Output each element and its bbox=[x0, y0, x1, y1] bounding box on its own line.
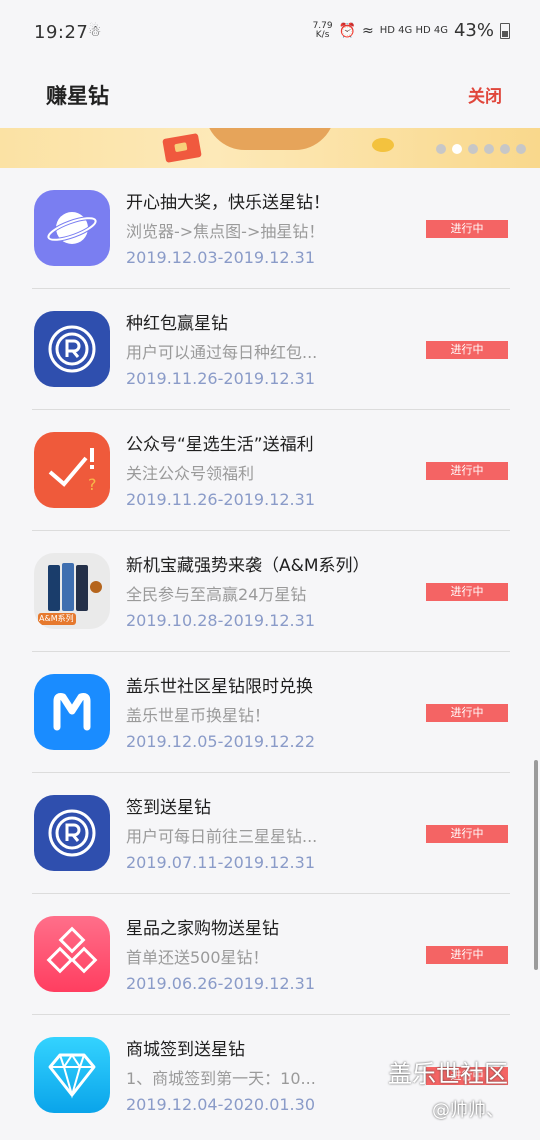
item-date: 2019.06.26-2019.12.31 bbox=[126, 974, 315, 993]
carousel-dot[interactable] bbox=[516, 144, 526, 154]
banner-plate-graphic bbox=[205, 128, 335, 150]
carousel-dot[interactable] bbox=[500, 144, 510, 154]
item-title: 新机宝藏强势来袭（A&M系列） bbox=[126, 556, 370, 576]
internet-planet-icon bbox=[34, 190, 110, 266]
watermark-author: @帅帅、 bbox=[432, 1100, 504, 1121]
item-desc: 用户可每日前往三星星钻... bbox=[126, 827, 318, 846]
activity-list: 开心抽大奖，快乐送星钻！ 浏览器->焦点图->抽星钻！ 2019.12.03-2… bbox=[0, 168, 540, 1136]
item-title: 盖乐世社区星钻限时兑换 bbox=[126, 677, 313, 697]
item-desc: 关注公众号领福利 bbox=[126, 464, 255, 483]
item-desc: 盖乐世星币换星钻！ bbox=[126, 706, 271, 725]
battery-icon bbox=[500, 22, 510, 39]
page-title: 赚星钻 bbox=[46, 84, 109, 108]
list-item[interactable]: 种红包赢星钻 用户可以通过每日种红包... 2019.11.26-2019.12… bbox=[0, 289, 540, 410]
red-envelope-icon bbox=[162, 133, 202, 163]
scrollbar[interactable] bbox=[534, 760, 538, 970]
status-badge: 进行中 bbox=[426, 825, 508, 843]
rewards-r-icon bbox=[34, 311, 110, 387]
status-badge: 进行中 bbox=[426, 946, 508, 964]
carousel-dot-active[interactable] bbox=[452, 144, 462, 154]
list-item[interactable]: A&M系列 新机宝藏强势来袭（A&M系列） 全民参与至高赢24万星钻 2019.… bbox=[0, 531, 540, 652]
item-title: 公众号“星选生活”送福利 bbox=[126, 435, 314, 455]
status-badge: 进行中 bbox=[426, 341, 508, 359]
item-desc: 用户可以通过每日种红包... bbox=[126, 343, 318, 362]
coins-icon bbox=[372, 138, 394, 152]
status-badge: 进行中 bbox=[426, 704, 508, 722]
carousel-indicator bbox=[436, 144, 526, 154]
item-title: 开心抽大奖，快乐送星钻！ bbox=[126, 193, 330, 213]
item-date: 2019.11.26-2019.12.31 bbox=[126, 369, 315, 388]
item-date: 2019.12.04-2020.01.30 bbox=[126, 1095, 315, 1114]
list-item[interactable]: 星品之家购物送星钻 首单还送500星钻！ 2019.06.26-2019.12.… bbox=[0, 894, 540, 1015]
alarm-icon: ⏰ bbox=[338, 22, 357, 39]
icon-tag: A&M系列 bbox=[39, 614, 74, 623]
status-badge: 进行中 bbox=[426, 220, 508, 238]
watermark-text: 盖乐世社区 bbox=[388, 1060, 508, 1088]
network-speed: 7.79 K/s bbox=[312, 20, 333, 40]
item-desc: 1、商城签到第一天：10... bbox=[126, 1069, 316, 1088]
check-exclaim-icon: ? bbox=[34, 432, 110, 508]
item-date: 2019.07.11-2019.12.31 bbox=[126, 853, 315, 872]
carousel-dot[interactable] bbox=[468, 144, 478, 154]
item-date: 2019.12.03-2019.12.31 bbox=[126, 248, 315, 267]
item-title: 星品之家购物送星钻 bbox=[126, 919, 279, 939]
notification-icon: ☃ bbox=[88, 22, 102, 40]
carousel-dot[interactable] bbox=[484, 144, 494, 154]
carousel-dot[interactable] bbox=[436, 144, 446, 154]
members-m-icon bbox=[34, 674, 110, 750]
diamonds-icon bbox=[34, 916, 110, 992]
list-item[interactable]: 盖乐世社区星钻限时兑换 盖乐世星币换星钻！ 2019.12.05-2019.12… bbox=[0, 652, 540, 773]
item-date: 2019.11.26-2019.12.31 bbox=[126, 490, 315, 509]
list-item[interactable]: 签到送星钻 用户可每日前往三星星钻... 2019.07.11-2019.12.… bbox=[0, 773, 540, 894]
close-button[interactable]: 关闭 bbox=[468, 82, 502, 107]
item-desc: 浏览器->焦点图->抽星钻！ bbox=[126, 222, 325, 241]
wifi-icon: ≈ bbox=[362, 22, 374, 39]
item-desc: 全民参与至高赢24万星钻 bbox=[126, 585, 307, 604]
item-desc: 首单还送500星钻！ bbox=[126, 948, 269, 967]
status-bar: 19:27 ☃ 7.79 K/s ⏰ ≈ HD 4G HD 4G 43% bbox=[0, 0, 540, 66]
battery-percent: 43% bbox=[453, 20, 494, 41]
status-right: 7.79 K/s ⏰ ≈ HD 4G HD 4G 43% bbox=[313, 20, 510, 41]
status-time: 19:27 bbox=[34, 22, 89, 43]
item-title: 商城签到送星钻 bbox=[126, 1040, 245, 1060]
svg-text:?: ? bbox=[88, 475, 97, 494]
status-badge: 进行中 bbox=[426, 583, 508, 601]
item-date: 2019.12.05-2019.12.22 bbox=[126, 732, 315, 751]
item-date: 2019.10.28-2019.12.31 bbox=[126, 611, 315, 630]
list-item[interactable]: 开心抽大奖，快乐送星钻！ 浏览器->焦点图->抽星钻！ 2019.12.03-2… bbox=[0, 168, 540, 289]
item-title: 种红包赢星钻 bbox=[126, 314, 228, 334]
status-badge: 进行中 bbox=[426, 462, 508, 480]
rewards-r-icon bbox=[34, 795, 110, 871]
list-item[interactable]: ? 公众号“星选生活”送福利 关注公众号领福利 2019.11.26-2019.… bbox=[0, 410, 540, 531]
gem-icon bbox=[34, 1037, 110, 1113]
item-title: 签到送星钻 bbox=[126, 798, 211, 818]
banner-carousel[interactable] bbox=[0, 128, 540, 168]
signal-text: HD 4G HD 4G bbox=[379, 25, 448, 36]
phones-icon: A&M系列 bbox=[34, 553, 110, 629]
app-header: 赚星钻 关闭 bbox=[0, 66, 540, 128]
